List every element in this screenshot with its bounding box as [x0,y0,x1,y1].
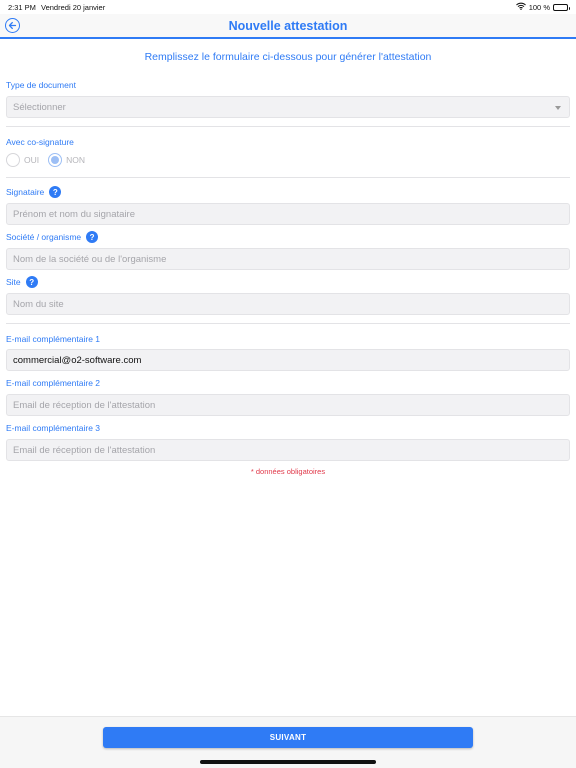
required-fields-note: * données obligatoires [250,467,326,476]
site-input[interactable] [6,293,570,315]
email2-label: E-mail complémentaire 2 [6,378,100,388]
email3-label-text: E-mail complémentaire 3 [6,423,101,433]
divider [6,323,570,324]
help-icon[interactable]: ? [25,276,38,288]
cosign-label-text: Avec co-signature [6,137,74,147]
company-label-text: Société / organisme [6,232,82,242]
wifi-icon [515,2,526,12]
battery-percent: 100 % [528,2,550,12]
email2-label-text: E-mail complémentaire 2 [6,378,101,388]
home-indicator [200,760,376,764]
navigation-bar: Nouvelle attestation [0,14,576,39]
email3-label: E-mail complémentaire 3 [6,423,100,433]
email3-input[interactable] [6,439,570,461]
signatory-input[interactable] [6,203,570,225]
battery-icon [553,3,570,11]
status-date: Vendredi 20 janvier [41,3,106,12]
cosign-radio-group: OUI NON [6,153,94,167]
page-title: Nouvelle attestation [228,19,348,33]
email1-label: E-mail complémentaire 1 [6,334,100,344]
cosign-radio-oui[interactable]: OUI [6,153,39,167]
document-type-label: Type de document [6,80,76,90]
cosign-option-oui-label: OUI [24,155,40,165]
status-time: 2:31 PM [8,3,36,12]
divider [6,177,570,178]
signatory-label: Signataire ? [6,186,62,198]
site-label: Site ? [6,276,38,288]
status-right: 100 % [515,2,570,12]
document-type-selected-value: Sélectionner [13,101,66,113]
signatory-label-text: Signataire [6,187,45,197]
cosign-option-non-label: NON [66,155,86,165]
bottom-bar: SUIVANT [0,716,576,768]
help-icon[interactable]: ? [86,231,99,243]
site-label-text: Site [6,277,21,287]
document-type-select[interactable]: Sélectionner [6,96,570,118]
cosign-radio-non[interactable]: NON [48,153,85,167]
status-bar: 2:31 PM Vendredi 20 janvier 100 % [0,0,576,14]
chevron-down-icon [555,106,561,110]
email2-input[interactable] [6,394,570,416]
radio-circle-icon [48,153,63,167]
email1-input[interactable] [6,349,570,371]
company-label: Société / organisme ? [6,231,99,243]
company-input[interactable] [6,248,570,270]
divider [6,126,570,127]
help-icon[interactable]: ? [49,186,62,198]
radio-circle-icon [6,153,20,167]
document-type-label-text: Type de document [6,80,76,90]
cosign-label: Avec co-signature [6,137,74,147]
email1-label-text: E-mail complémentaire 1 [6,334,101,344]
next-button[interactable]: SUIVANT [103,727,473,748]
form-instructions: Remplissez le formulaire ci-dessous pour… [144,51,432,63]
